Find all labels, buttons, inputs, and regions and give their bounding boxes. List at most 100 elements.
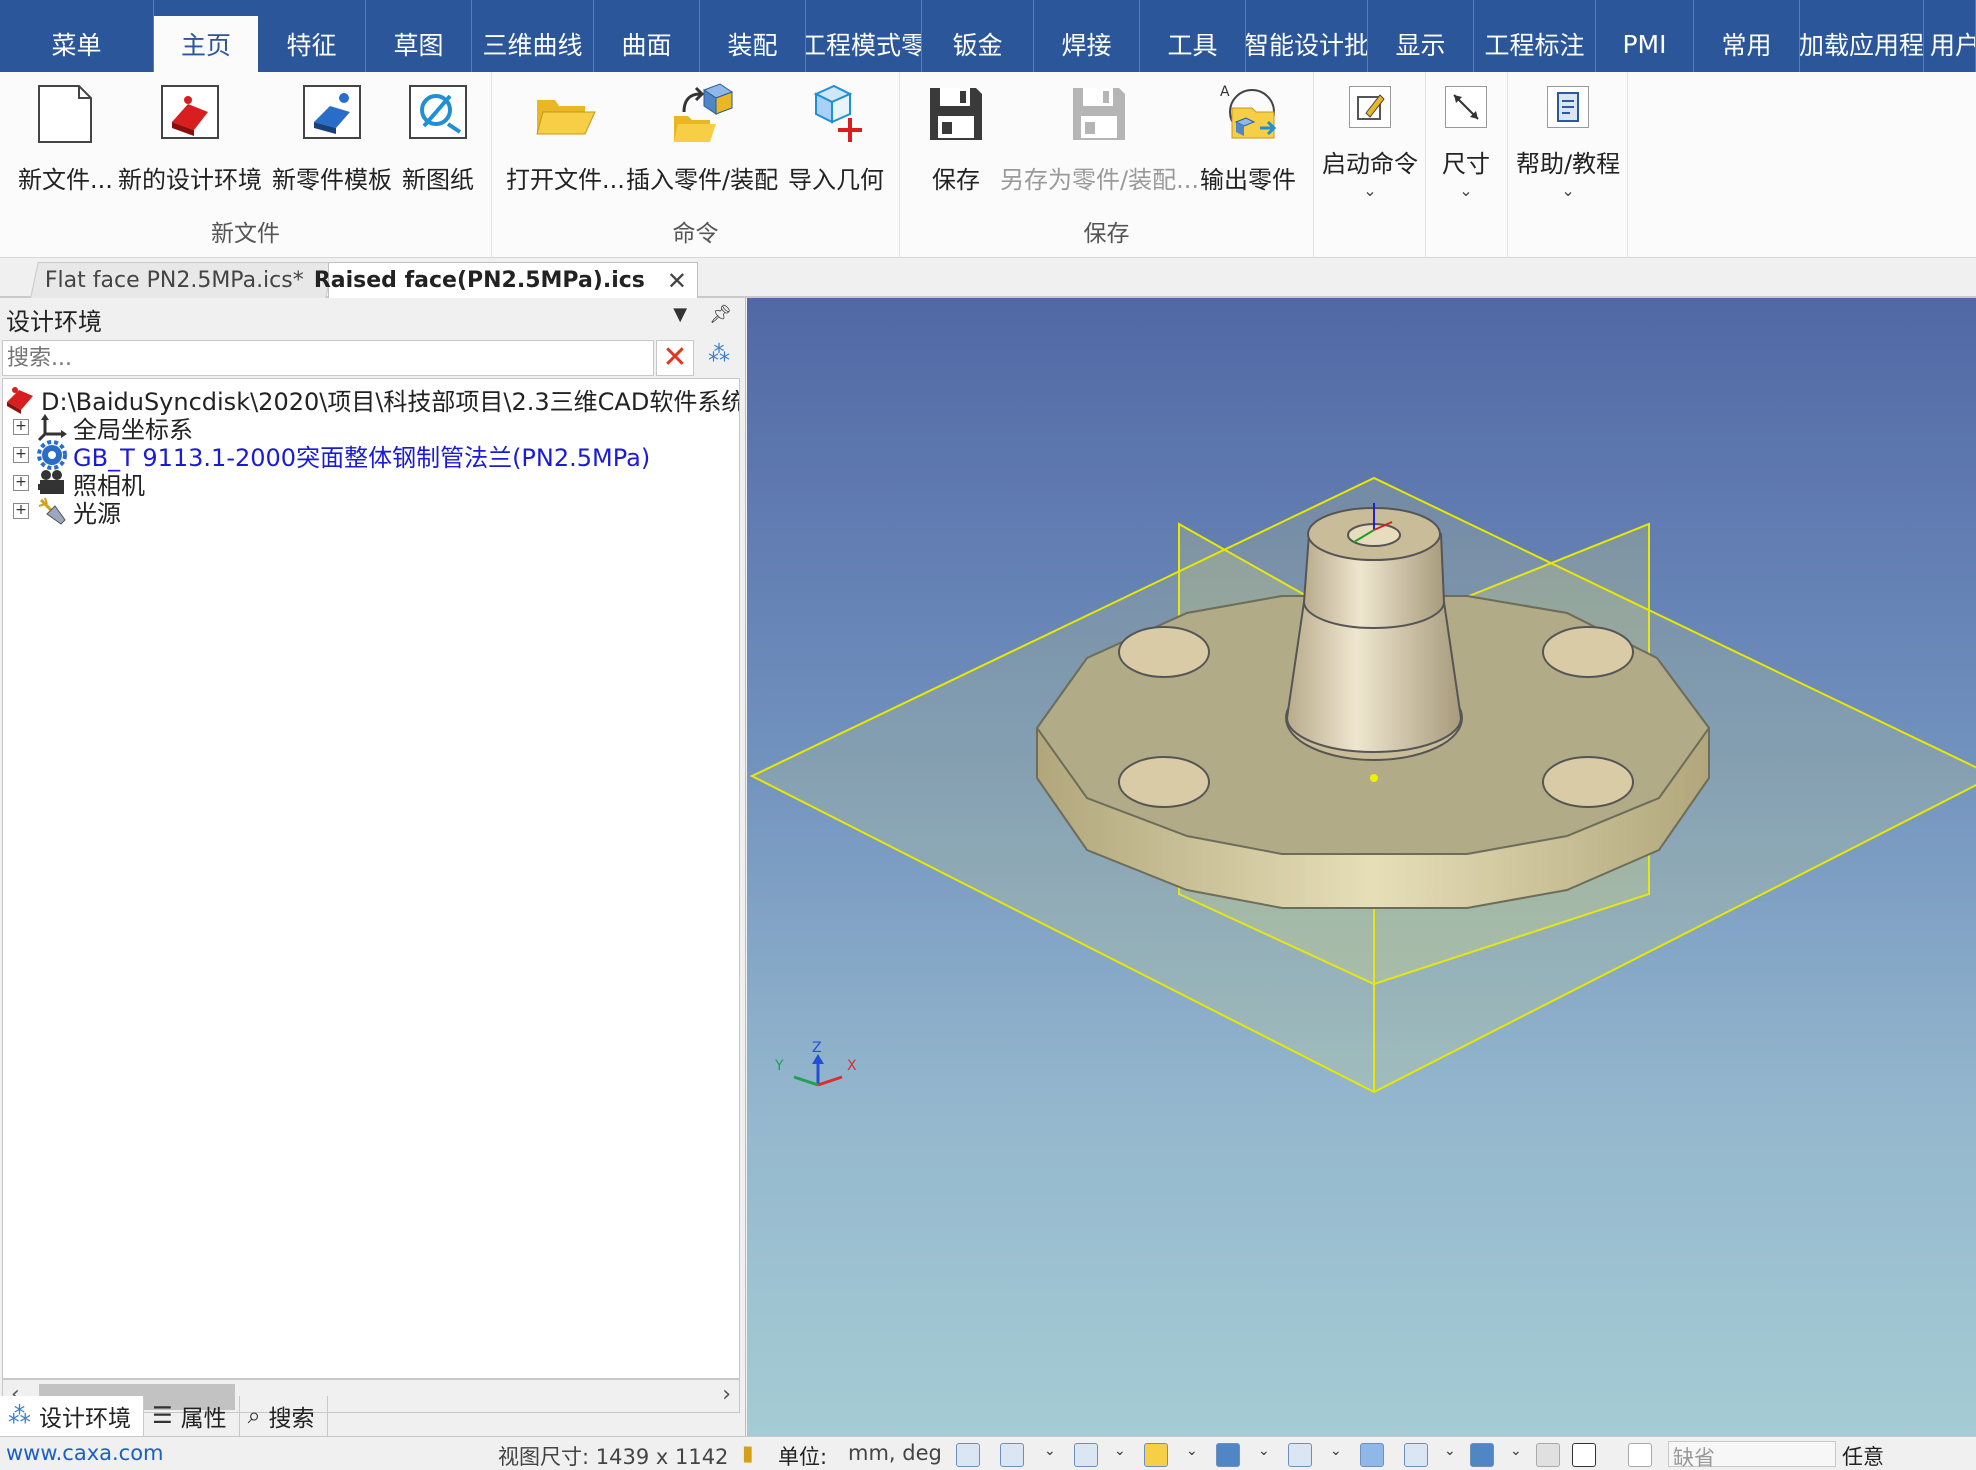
- clear-search-icon[interactable]: ✕: [656, 340, 694, 376]
- dimension-button[interactable]: 尺寸 ⌄: [1442, 78, 1490, 200]
- tab-surface[interactable]: 曲面: [594, 0, 700, 72]
- view-triad-z-label: Z: [812, 1040, 822, 1056]
- chevron-down-icon[interactable]: ⌄: [1186, 1443, 1198, 1459]
- dropdown-arrow-icon[interactable]: ▼: [673, 304, 687, 325]
- tab-smart-design[interactable]: 智能设计批: [1246, 0, 1368, 72]
- units-value[interactable]: mm, deg: [848, 1441, 942, 1465]
- tab-annotation[interactable]: 工程标注: [1474, 0, 1596, 72]
- tab-tools[interactable]: 工具: [1140, 0, 1246, 72]
- light-icon[interactable]: [1404, 1443, 1428, 1467]
- 3d-viewport[interactable]: Z Y X: [747, 298, 1976, 1436]
- part-template-icon: [300, 82, 364, 146]
- expand-icon[interactable]: +: [13, 475, 29, 491]
- help-tutorial-button[interactable]: 帮助/教程 ⌄: [1516, 78, 1620, 200]
- tab-user[interactable]: 用户: [1924, 0, 1976, 72]
- dimension-icon: [1445, 86, 1487, 128]
- tree-item-label: 光源: [73, 499, 121, 528]
- view-triad: Z Y X: [774, 1040, 857, 1087]
- new-file-button[interactable]: 新文件...: [18, 82, 113, 195]
- ribbon-group-label-commands: 命令: [672, 221, 719, 247]
- tree-item-light[interactable]: + 光源: [13, 493, 121, 529]
- export-part-icon: A: [1216, 82, 1280, 146]
- new-part-template-button[interactable]: 新零件模板: [272, 82, 392, 195]
- display-cube-icon[interactable]: [1470, 1443, 1494, 1467]
- zoom-icon[interactable]: [956, 1443, 980, 1467]
- section-icon[interactable]: [1360, 1443, 1384, 1467]
- units-icon: ▮: [742, 1441, 754, 1465]
- new-design-env-button[interactable]: 新的设计环境: [118, 82, 262, 195]
- cube-view-icon[interactable]: [1216, 1443, 1240, 1467]
- import-geometry-button[interactable]: 导入几何: [788, 82, 884, 195]
- design-tree-icon: ⁂: [8, 1403, 31, 1429]
- tab-home[interactable]: 主页: [154, 16, 258, 72]
- insert-part-icon: [670, 82, 734, 146]
- doc-tab-flat-face[interactable]: Flat face PN2.5MPa.ics*: [30, 262, 334, 298]
- tab-assembly[interactable]: 装配: [700, 0, 806, 72]
- panel-bottom-tabs: ⁂ 设计环境 ☰ 属性 ⌕ 搜索: [0, 1396, 746, 1436]
- ribbon-group-launch: 启动命令 ⌄: [1314, 72, 1426, 258]
- floppy-disk-disabled-icon: [1067, 82, 1131, 146]
- launch-command-button[interactable]: 启动命令 ⌄: [1322, 78, 1418, 200]
- ribbon-group-dimension: 尺寸 ⌄: [1426, 72, 1508, 258]
- export-part-button[interactable]: A 输出零件: [1200, 82, 1296, 195]
- undo-view-icon[interactable]: [1536, 1443, 1560, 1467]
- selection-mode[interactable]: 任意: [1842, 1441, 1884, 1470]
- select-pointer-icon[interactable]: [1572, 1443, 1596, 1467]
- tab-features[interactable]: 特征: [258, 0, 366, 72]
- expand-icon[interactable]: +: [13, 447, 29, 463]
- tab-engineering-mode[interactable]: 工程模式零: [806, 0, 922, 72]
- tab-sheet-metal[interactable]: 钣金: [922, 0, 1034, 72]
- view-orientation-icon[interactable]: [1074, 1443, 1098, 1467]
- bolt-hole: [1542, 756, 1634, 808]
- tab-properties[interactable]: ☰ 属性: [144, 1396, 240, 1436]
- chevron-down-icon[interactable]: ⌄: [1044, 1443, 1056, 1459]
- blank-page-icon: [33, 82, 97, 146]
- insert-part-button[interactable]: 插入零件/装配: [626, 82, 778, 195]
- close-icon[interactable]: ✕: [667, 267, 687, 295]
- svg-text:A: A: [1220, 84, 1230, 100]
- view-triad-x-label: X: [847, 1058, 857, 1074]
- chevron-down-icon: ⌄: [1459, 181, 1473, 200]
- visibility-icon[interactable]: [1288, 1443, 1312, 1467]
- zoom-window-icon[interactable]: [1000, 1443, 1024, 1467]
- bolt-hole: [1118, 756, 1210, 808]
- document-tab-bar: Flat face PN2.5MPa.ics* Raised face(PN2.…: [0, 259, 1976, 298]
- tab-load-apps[interactable]: 加载应用程: [1800, 0, 1924, 72]
- expand-icon[interactable]: +: [13, 503, 29, 519]
- open-file-button[interactable]: 打开文件...: [506, 82, 625, 195]
- expand-icon[interactable]: +: [13, 419, 29, 435]
- chevron-down-icon[interactable]: ⌄: [1114, 1443, 1126, 1459]
- tab-display[interactable]: 显示: [1368, 0, 1474, 72]
- tab-design-env[interactable]: ⁂ 设计环境: [0, 1396, 144, 1436]
- search-input[interactable]: [2, 340, 654, 376]
- ribbon-group-label-save: 保存: [1083, 221, 1130, 247]
- tab-sketch[interactable]: 草图: [366, 0, 472, 72]
- chevron-down-icon[interactable]: ⌄: [1258, 1443, 1270, 1459]
- render-mode-icon[interactable]: [1144, 1443, 1168, 1467]
- import-geometry-icon: [804, 82, 868, 146]
- flange-model: Z Y X: [749, 476, 1976, 1094]
- save-button[interactable]: 保存: [924, 82, 988, 195]
- tab-welding[interactable]: 焊接: [1034, 0, 1140, 72]
- help-book-icon: [1547, 86, 1590, 128]
- tab-3d-curves[interactable]: 三维曲线: [472, 0, 594, 72]
- chevron-down-icon: ⌄: [1363, 181, 1377, 200]
- tab-search[interactable]: ⌕ 搜索: [240, 1396, 328, 1436]
- ribbon-group-help: 帮助/教程 ⌄: [1508, 72, 1628, 258]
- tab-menu[interactable]: 菜单: [0, 0, 154, 72]
- doc-tab-raised-face[interactable]: Raised face(PN2.5MPa).ics ✕: [314, 262, 698, 298]
- pin-icon[interactable]: 📌︎: [709, 304, 732, 325]
- search-row: ✕ ⁂: [0, 340, 746, 376]
- chevron-down-icon[interactable]: ⌄: [1444, 1443, 1456, 1459]
- tab-pmi[interactable]: PMI: [1596, 0, 1694, 72]
- tab-common[interactable]: 常用: [1694, 0, 1800, 72]
- chevron-down-icon[interactable]: ⌄: [1510, 1443, 1522, 1459]
- filter-select[interactable]: 缺省: [1668, 1441, 1836, 1470]
- save-as-part-button[interactable]: 另存为零件/装配...: [1000, 82, 1199, 195]
- folder-open-icon: [533, 82, 597, 146]
- website-link[interactable]: www.caxa.com: [6, 1441, 164, 1465]
- chevron-down-icon[interactable]: ⌄: [1330, 1443, 1342, 1459]
- select-box-icon[interactable]: [1628, 1443, 1652, 1467]
- new-drawing-button[interactable]: 新图纸: [402, 82, 474, 195]
- filter-icon[interactable]: ⁂: [700, 342, 738, 374]
